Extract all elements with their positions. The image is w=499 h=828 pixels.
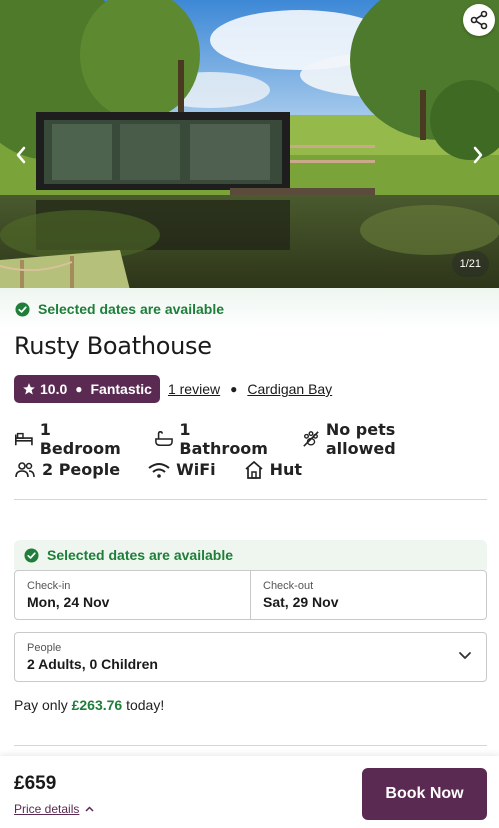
boathouse-photo [0,0,499,290]
wifi-icon [148,462,170,478]
gallery-prev-button[interactable] [11,143,31,167]
feature-people: 2 People [14,460,120,479]
booking-footer: £659 Price details Book Now [0,756,499,828]
booking-availability-text: Selected dates are available [47,547,233,563]
people-select[interactable]: People 2 Adults, 0 Children [14,632,487,682]
divider [14,499,487,500]
reviews-link[interactable]: 1 review [168,381,220,397]
check-circle-icon [15,301,30,317]
checkout-field[interactable]: Check-out Sat, 29 Nov [250,571,486,619]
checkout-label: Check-out [263,580,314,592]
checkin-field[interactable]: Check-in Mon, 24 Nov [15,571,250,619]
feature-wifi: WiFi [148,460,216,479]
checkout-value: Sat, 29 Nov [263,594,339,610]
feature-label: 1 Bedroom [39,420,121,458]
checkin-label: Check-in [27,580,71,592]
pay-today-text: Pay only £263.76 today! [14,697,164,713]
feature-label: 2 People [42,460,121,479]
location-link[interactable]: Cardigan Bay [247,381,332,397]
feature-label: No pets allowed [325,420,396,458]
feature-pets: No pets allowed [302,420,456,458]
rating-score: 10.0 [40,381,68,397]
feature-label: Hut [269,460,303,479]
chevron-down-icon [459,652,471,659]
features-row-1: 1 Bedroom 1 Bathroom No pets allowed [14,420,484,458]
total-price: £659 [14,773,57,794]
chevron-left-icon [16,146,26,164]
book-now-button[interactable]: Book Now [362,768,487,820]
people-label: People [27,642,62,654]
checkin-value: Mon, 24 Nov [27,594,110,610]
property-title: Rusty Boathouse [14,332,212,360]
feature-label: WiFi [176,460,216,479]
chevron-up-icon [85,806,94,812]
feature-type: Hut [244,460,302,479]
rating-separator: ● [75,382,83,396]
rating-label: Fantastic [90,381,152,397]
price-details-label: Price details [14,802,80,816]
rating-badge: 10.0 ● Fantastic [14,375,160,403]
chevron-right-icon [473,146,483,164]
home-icon [245,460,263,479]
availability-text: Selected dates are available [38,301,224,317]
feature-bedroom: 1 Bedroom [14,420,127,458]
divider [14,745,487,746]
people-icon [15,461,35,477]
share-button[interactable] [463,4,495,36]
price-details-link[interactable]: Price details [14,802,94,816]
gallery-image[interactable]: 1/21 [0,0,499,290]
pay-suffix: today! [126,697,165,713]
share-icon [470,10,488,30]
booking-availability: Selected dates are available [14,540,487,570]
rating-row: 10.0 ● Fantastic 1 review ● Cardigan Bay [14,375,332,403]
pay-amount: £263.76 [71,697,123,713]
gallery-counter: 1/21 [451,251,489,277]
people-value: 2 Adults, 0 Children [27,656,158,672]
gallery-next-button[interactable] [468,143,488,167]
pay-prefix: Pay only [14,697,68,713]
bullet-separator: ● [230,382,238,396]
check-circle-icon [24,547,39,563]
bed-icon [14,432,33,446]
features-row-2: 2 People WiFi Hut [14,460,484,479]
availability-banner: Selected dates are available [0,288,499,330]
star-icon [23,383,35,395]
feature-label: 1 Bathroom [179,420,268,458]
bath-icon [155,431,174,447]
feature-bathroom: 1 Bathroom [155,420,273,458]
no-pets-icon [303,431,319,447]
date-picker: Check-in Mon, 24 Nov Check-out Sat, 29 N… [14,570,487,620]
